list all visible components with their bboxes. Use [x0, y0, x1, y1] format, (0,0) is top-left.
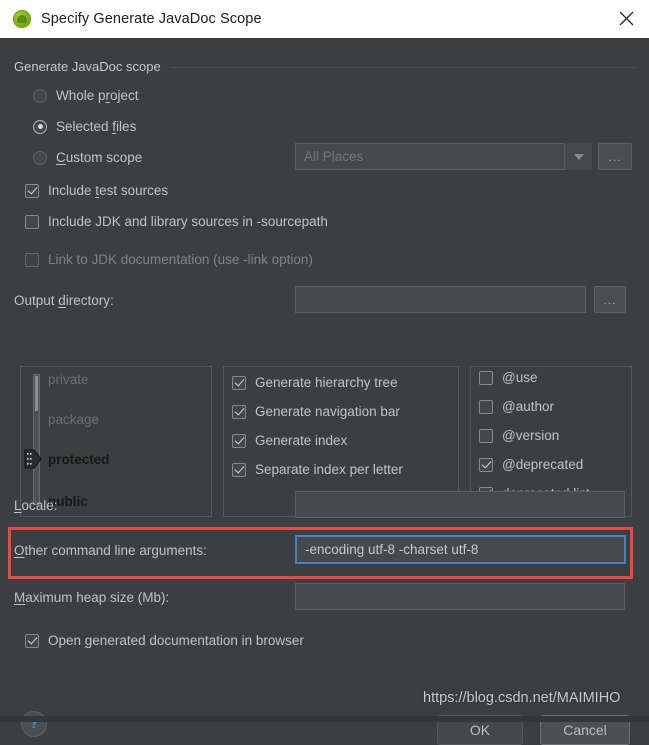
checkbox-icon	[479, 370, 493, 385]
checkbox-tag-use[interactable]: @use	[479, 370, 537, 385]
bottom-edge	[0, 716, 649, 722]
checkbox-label: @deprecated	[502, 457, 584, 472]
checkbox-tag-deprecated[interactable]: @deprecated	[479, 457, 583, 472]
checkbox-label: Generate index	[255, 433, 348, 448]
checkbox-label: Open generated documentation in browser	[48, 633, 304, 648]
radio-custom-scope[interactable]: Custom scope	[33, 150, 142, 165]
radio-icon	[33, 150, 47, 165]
checkbox-include-test-sources[interactable]: Include test sources	[25, 183, 168, 198]
custom-scope-browse-button[interactable]: ...	[598, 143, 632, 170]
radio-icon	[33, 88, 47, 103]
output-directory-input[interactable]	[295, 286, 586, 313]
output-directory-label: Output directory:	[14, 293, 114, 308]
checkbox-icon	[232, 433, 246, 448]
radio-icon	[33, 119, 47, 134]
other-args-input[interactable]: -encoding utf-8 -charset utf-8	[295, 535, 626, 564]
checkbox-tag-author[interactable]: @author	[479, 399, 554, 414]
javadoc-app-icon	[13, 10, 31, 28]
checkbox-icon	[479, 457, 493, 472]
checkbox-generate-index[interactable]: Generate index	[232, 433, 347, 448]
checkbox-separate-index-per-letter[interactable]: Separate index per letter	[232, 462, 403, 477]
checkbox-icon	[232, 462, 246, 477]
custom-scope-combo[interactable]: All Places	[295, 143, 592, 170]
checkbox-open-in-browser[interactable]: Open generated documentation in browser	[25, 633, 304, 648]
checkbox-icon	[232, 404, 246, 419]
max-heap-label: Maximum heap size (Mb):	[14, 590, 170, 605]
checkbox-label: Generate navigation bar	[255, 404, 400, 419]
group-divider	[170, 66, 635, 68]
window-title: Specify Generate JavaDoc Scope	[41, 11, 262, 27]
chevron-down-icon[interactable]	[564, 143, 592, 170]
checkbox-tag-version[interactable]: @version	[479, 428, 559, 443]
checkbox-generate-navigation-bar[interactable]: Generate navigation bar	[232, 404, 400, 419]
checkbox-icon	[479, 428, 493, 443]
max-heap-input[interactable]	[295, 583, 625, 610]
checkbox-label: Generate hierarchy tree	[255, 375, 398, 390]
custom-scope-value: All Places	[304, 149, 364, 164]
radio-label: Whole project	[56, 88, 139, 103]
checkbox-icon	[25, 252, 39, 267]
checkbox-label: @use	[502, 370, 538, 385]
checkbox-icon	[25, 633, 39, 648]
checkbox-include-jdk-sources[interactable]: Include JDK and library sources in -sour…	[25, 214, 328, 229]
scope-group-title: Generate JavaDoc scope	[14, 58, 635, 74]
visibility-level-private[interactable]: private	[48, 372, 89, 387]
help-icon[interactable]: ?	[21, 711, 47, 737]
other-args-value: -encoding utf-8 -charset utf-8	[305, 542, 479, 557]
radio-whole-project[interactable]: Whole project	[33, 88, 139, 103]
visibility-level-package[interactable]: package	[48, 412, 99, 427]
checkbox-label: @version	[502, 428, 560, 443]
locale-input[interactable]	[295, 491, 625, 518]
checkbox-label: Include test sources	[48, 183, 169, 198]
checkbox-label: @author	[502, 399, 554, 414]
radio-label: Custom scope	[56, 150, 143, 165]
checkbox-label: Link to JDK documentation (use -link opt…	[48, 252, 313, 267]
visibility-slider-fill	[35, 376, 38, 411]
close-icon[interactable]	[603, 0, 649, 37]
checkbox-generate-hierarchy-tree[interactable]: Generate hierarchy tree	[232, 375, 398, 390]
scope-group-label: Generate JavaDoc scope	[14, 58, 161, 74]
output-directory-browse-button[interactable]: ...	[594, 286, 626, 313]
checkbox-icon	[479, 399, 493, 414]
visibility-level-protected[interactable]: protected	[48, 452, 110, 467]
checkbox-icon	[25, 214, 39, 229]
checkbox-icon	[232, 375, 246, 390]
locale-label: Locale:	[14, 498, 58, 513]
slider-thumb-icon[interactable]	[24, 449, 42, 469]
window-titlebar: Specify Generate JavaDoc Scope	[0, 0, 649, 39]
radio-label: Selected files	[56, 119, 137, 134]
visibility-slider-track[interactable]	[33, 374, 40, 505]
checkbox-label: Include JDK and library sources in -sour…	[48, 214, 328, 229]
radio-selected-files[interactable]: Selected files	[33, 119, 136, 134]
checkbox-icon	[25, 183, 39, 198]
dialog-body: Generate JavaDoc scope Whole project Sel…	[0, 38, 649, 745]
watermark-text: https://blog.csdn.net/MAIMIHO	[423, 690, 621, 706]
checkbox-label: Separate index per letter	[255, 462, 403, 477]
other-args-label: Other command line arguments:	[14, 543, 207, 558]
checkbox-link-jdk-documentation[interactable]: Link to JDK documentation (use -link opt…	[25, 252, 313, 267]
